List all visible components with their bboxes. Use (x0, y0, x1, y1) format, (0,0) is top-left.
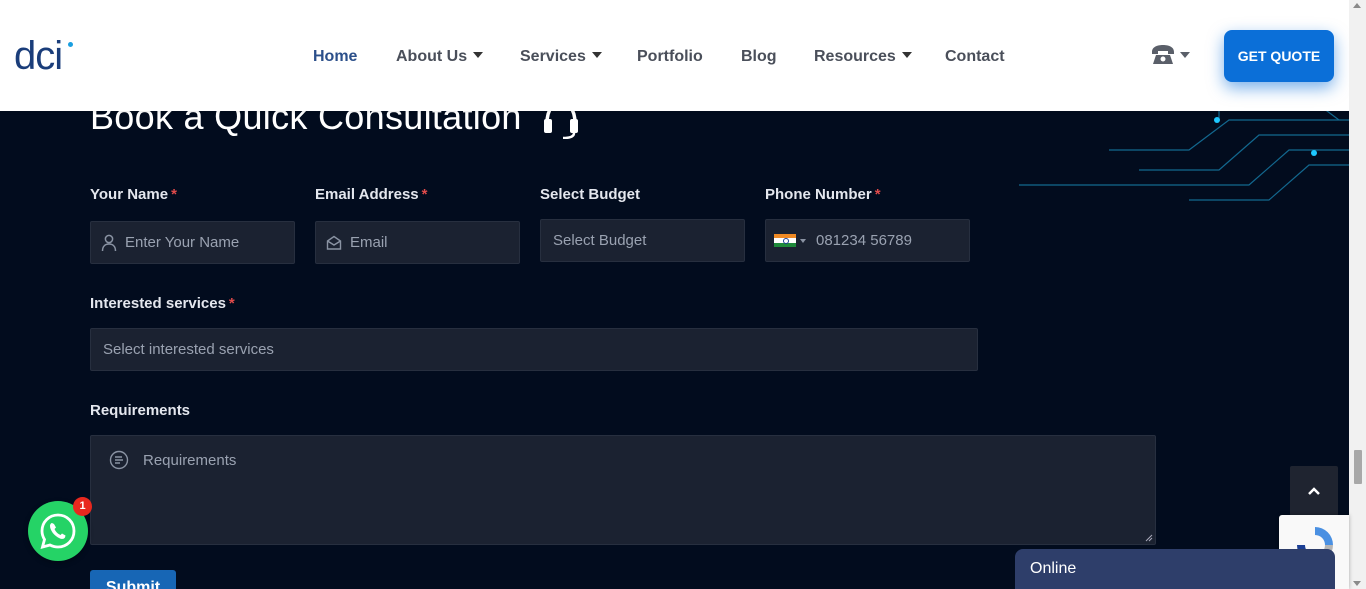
submit-button[interactable]: Submit (90, 570, 176, 589)
get-quote-button[interactable]: GET QUOTE (1224, 30, 1334, 82)
scroll-down-icon[interactable] (1353, 581, 1361, 586)
phone-dropdown[interactable] (1150, 44, 1190, 66)
nav-portfolio[interactable]: Portfolio (637, 48, 703, 66)
chevron-up-icon (1308, 487, 1320, 495)
email-label: Email Address * (315, 186, 428, 203)
requirements-label: Requirements (90, 402, 191, 419)
services-select[interactable]: Select interested services (90, 328, 978, 371)
whatsapp-badge: 1 (73, 497, 92, 516)
phone-icon (1152, 45, 1174, 64)
nav-contact[interactable]: Contact (945, 48, 1005, 66)
name-label: Your Name * (90, 186, 177, 203)
chevron-down-icon (591, 52, 602, 58)
logo[interactable]: dci (14, 34, 63, 79)
requirements-textarea[interactable]: Requirements (90, 435, 1156, 545)
chevron-down-icon (1180, 52, 1190, 58)
whatsapp-icon (40, 513, 76, 549)
scroll-up-icon[interactable] (1353, 3, 1361, 8)
live-chat-bar[interactable]: Online (1015, 549, 1335, 589)
note-icon (109, 450, 129, 470)
phone-label: Phone Number * (765, 186, 881, 203)
page-scrollbar[interactable] (1349, 0, 1366, 589)
chevron-down-icon (800, 238, 806, 243)
resize-grip-icon[interactable] (1145, 534, 1153, 542)
nav-services[interactable]: Services (520, 48, 602, 66)
chevron-down-icon (473, 52, 484, 58)
logo-dot (68, 42, 73, 47)
name-input[interactable]: Enter Your Name (90, 221, 295, 264)
envelope-icon (326, 235, 342, 251)
nav-home[interactable]: Home (313, 48, 357, 66)
nav-blog[interactable]: Blog (741, 48, 777, 66)
nav-resources[interactable]: Resources (814, 48, 912, 66)
nav-about-us[interactable]: About Us (396, 48, 484, 66)
chevron-down-icon (901, 52, 912, 58)
circuit-decoration (1019, 102, 1349, 201)
user-icon (101, 234, 117, 252)
phone-input[interactable]: 081234 56789 (765, 219, 970, 262)
budget-label: Select Budget (540, 186, 641, 203)
budget-select[interactable]: Select Budget (540, 219, 745, 262)
email-input[interactable]: Email (315, 221, 520, 264)
scroll-thumb[interactable] (1354, 450, 1362, 484)
back-to-top-button[interactable] (1290, 466, 1338, 516)
india-flag-icon[interactable] (774, 233, 796, 248)
services-label: Interested services * (90, 295, 235, 312)
site-header: dci Home About Us Services Portfolio Blo… (0, 0, 1349, 111)
